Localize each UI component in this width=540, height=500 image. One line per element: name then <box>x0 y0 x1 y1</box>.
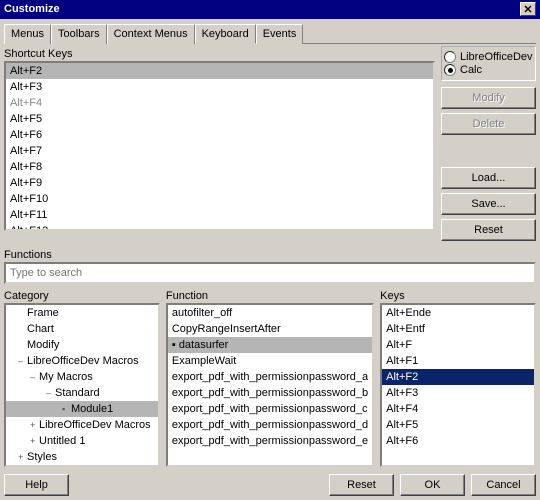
close-button[interactable]: ✕ <box>520 2 536 16</box>
keys-label: Keys <box>380 290 536 302</box>
keys-item[interactable]: Alt+Entf <box>382 321 534 337</box>
scope-radio[interactable]: LibreOfficeDev <box>444 51 533 63</box>
functions-label: Functions <box>4 249 536 261</box>
keys-item[interactable]: Alt+F6 <box>382 433 534 449</box>
modify-button[interactable]: Modify <box>441 87 536 109</box>
function-item[interactable]: ▪ datasurfer <box>168 337 372 353</box>
category-item[interactable]: Chart <box>6 321 158 337</box>
delete-button[interactable]: Delete <box>441 113 536 135</box>
shortcut-item[interactable]: Alt+F9 <box>6 175 433 191</box>
function-item[interactable]: ExampleWait <box>168 353 372 369</box>
tab-menus[interactable]: Menus <box>4 24 51 44</box>
tree-expander-icon[interactable]: + <box>30 436 39 446</box>
search-input[interactable] <box>4 262 536 284</box>
load-button[interactable]: Load... <box>441 167 536 189</box>
shortcut-item[interactable]: Alt+F3 <box>6 79 433 95</box>
category-item[interactable]: Frame <box>6 305 158 321</box>
function-item[interactable]: export_pdf_with_permissionpassword_e <box>168 433 372 449</box>
shortcut-item[interactable]: Alt+F7 <box>6 143 433 159</box>
shortcut-item[interactable]: Alt+F5 <box>6 111 433 127</box>
tab-toolbars[interactable]: Toolbars <box>51 24 107 44</box>
category-item[interactable]: ▪Module1 <box>6 401 158 417</box>
category-item[interactable]: +Untitled 1 <box>6 433 158 449</box>
tree-expander-icon[interactable]: + <box>18 452 27 462</box>
shortcut-item[interactable]: Alt+F8 <box>6 159 433 175</box>
tree-expander-icon[interactable]: – <box>18 356 27 366</box>
scope-radio-label: LibreOfficeDev <box>460 51 533 63</box>
scope-radio-label: Calc <box>460 64 482 76</box>
shortcut-keys-list[interactable]: Alt+F2Alt+F3Alt+F4Alt+F5Alt+F6Alt+F7Alt+… <box>4 61 435 231</box>
shortcut-item[interactable]: Alt+F12 <box>6 223 433 231</box>
tree-expander-icon[interactable]: ▪ <box>62 404 71 414</box>
function-item[interactable]: export_pdf_with_permissionpassword_d <box>168 417 372 433</box>
category-label: Category <box>4 290 160 302</box>
tree-expander-icon[interactable]: – <box>46 388 55 398</box>
tree-expander-icon[interactable]: – <box>30 372 39 382</box>
shortcut-item[interactable]: Alt+F11 <box>6 207 433 223</box>
keys-item[interactable]: Alt+F <box>382 337 534 353</box>
tab-bar: MenusToolbarsContext MenusKeyboardEvents <box>4 23 536 44</box>
category-item[interactable]: +Styles <box>6 449 158 465</box>
cancel-button[interactable]: Cancel <box>471 474 536 496</box>
scope-group: LibreOfficeDevCalc <box>441 46 536 81</box>
reset-button[interactable]: Reset <box>329 474 394 496</box>
help-button[interactable]: Help <box>4 474 69 496</box>
scope-radio[interactable]: Calc <box>444 64 533 76</box>
shortcut-item[interactable]: Alt+F2 <box>6 63 433 79</box>
keys-list[interactable]: Alt+EndeAlt+EntfAlt+FAlt+F1Alt+F2Alt+F3A… <box>380 303 536 467</box>
keys-item[interactable]: Alt+Ende <box>382 305 534 321</box>
function-item[interactable]: CopyRangeInsertAfter <box>168 321 372 337</box>
keys-item[interactable]: Alt+F3 <box>382 385 534 401</box>
tab-keyboard[interactable]: Keyboard <box>195 24 256 44</box>
tab-context-menus[interactable]: Context Menus <box>107 24 195 44</box>
shortcut-item[interactable]: Alt+F6 <box>6 127 433 143</box>
keys-item[interactable]: Alt+F5 <box>382 417 534 433</box>
function-item[interactable]: export_pdf_with_permissionpassword_a <box>168 369 372 385</box>
category-item[interactable]: –Standard <box>6 385 158 401</box>
keys-item[interactable]: Alt+F2 <box>382 369 534 385</box>
window-title: Customize <box>4 3 60 15</box>
function-item[interactable]: export_pdf_with_permissionpassword_b <box>168 385 372 401</box>
footer: Help Reset OK Cancel <box>4 474 536 496</box>
category-item[interactable]: +LibreOfficeDev Macros <box>6 417 158 433</box>
keys-item[interactable]: Alt+F4 <box>382 401 534 417</box>
function-label: Function <box>166 290 374 302</box>
shortcut-keys-label: Shortcut Keys <box>4 48 435 60</box>
category-item[interactable]: –LibreOfficeDev Macros <box>6 353 158 369</box>
function-item[interactable]: export_pdf_with_permissionpassword_c <box>168 401 372 417</box>
ok-button[interactable]: OK <box>400 474 465 496</box>
save-button[interactable]: Save... <box>441 193 536 215</box>
tree-expander-icon[interactable]: + <box>30 420 39 430</box>
shortcut-item[interactable]: Alt+F10 <box>6 191 433 207</box>
category-item[interactable]: Modify <box>6 337 158 353</box>
category-list[interactable]: FrameChartModify–LibreOfficeDev Macros–M… <box>4 303 160 467</box>
shortcut-item[interactable]: Alt+F4 <box>6 95 433 111</box>
category-item[interactable]: –My Macros <box>6 369 158 385</box>
function-item[interactable]: autofilter_off <box>168 305 372 321</box>
reset-top-button[interactable]: Reset <box>441 219 536 241</box>
tab-events[interactable]: Events <box>256 24 304 44</box>
titlebar: Customize ✕ <box>0 0 540 19</box>
function-list[interactable]: autofilter_offCopyRangeInsertAfter▪ data… <box>166 303 374 467</box>
keys-item[interactable]: Alt+F1 <box>382 353 534 369</box>
